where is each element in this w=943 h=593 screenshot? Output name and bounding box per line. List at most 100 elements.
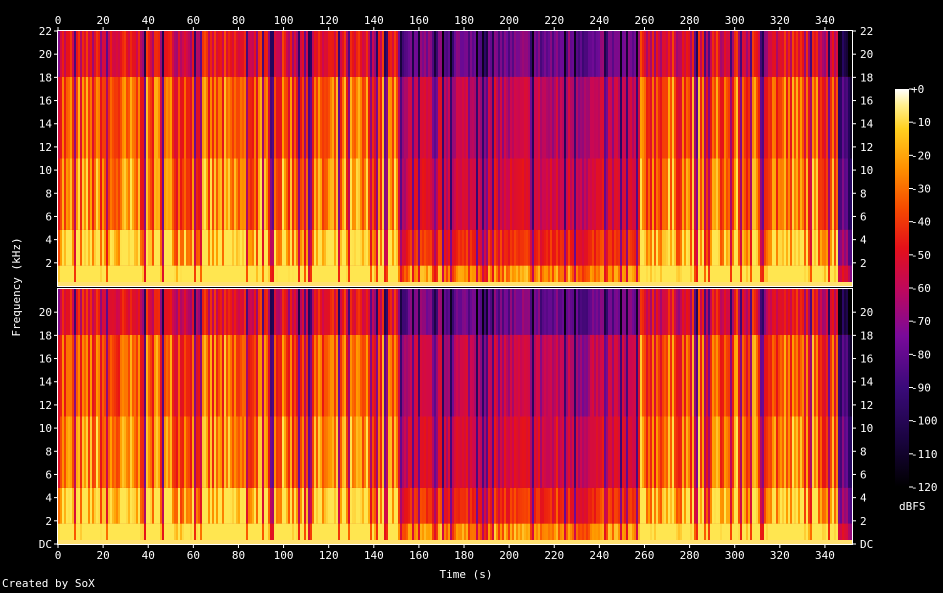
spectrogram-cell	[714, 31, 716, 77]
spectrogram-cell	[532, 334, 534, 417]
spectrogram-cell	[408, 416, 410, 488]
spectrogram-cell	[510, 289, 512, 335]
spectrogram-cell	[614, 416, 616, 488]
spectrogram-cell	[182, 229, 184, 266]
spectrogram-cell	[156, 289, 158, 335]
spectrogram-cell	[134, 334, 136, 417]
spectrogram-cell	[604, 289, 606, 335]
spectrogram-cell	[640, 229, 642, 266]
spectrogram-cell	[498, 334, 500, 417]
spectrogram-cell	[618, 334, 620, 417]
spectrogram-cell	[672, 229, 674, 266]
spectrogram-cell	[810, 76, 812, 159]
spectrogram-cell	[766, 289, 768, 335]
spectrogram-cell	[226, 334, 228, 417]
spectrogram-cell	[370, 416, 372, 488]
spectrogram-cell	[436, 76, 438, 159]
spectrogram-cell	[712, 229, 714, 266]
spectrogram-cell	[728, 416, 730, 488]
spectrogram-cell	[208, 229, 210, 266]
spectrogram-cell	[528, 76, 530, 159]
spectrogram-cell	[198, 76, 200, 159]
spectrogram-cell	[668, 416, 670, 488]
spectrogram-cell	[718, 31, 720, 77]
spectrogram-cell	[88, 31, 90, 77]
spectrogram-cell	[568, 289, 570, 335]
spectrogram-cell	[336, 229, 338, 266]
spectrogram-cell	[684, 289, 686, 335]
spectrogram-cell	[530, 416, 532, 488]
spectrogram-cell	[496, 334, 498, 417]
spectrogram-cell	[536, 416, 538, 488]
spectrogram-cell	[644, 229, 646, 266]
x-tick-label: 60	[187, 549, 200, 562]
spectrogram-cell	[156, 334, 158, 417]
spectrogram-cell	[208, 158, 210, 230]
spectrogram-cell	[138, 76, 140, 159]
y-tick-label: 6	[860, 468, 867, 481]
spectrogram-cell	[184, 229, 186, 266]
spectrogram-cell	[778, 229, 780, 266]
spectrogram-cell	[402, 289, 404, 335]
spectrogram-cell	[600, 76, 602, 159]
spectrogram-cell	[822, 158, 824, 230]
spectrogram-cell	[204, 487, 206, 524]
spectrogram-cell	[370, 229, 372, 266]
spectrogram-cell	[74, 334, 76, 417]
spectrogram-cell	[210, 76, 212, 159]
spectrogram-cell	[808, 31, 810, 77]
spectrogram-cell	[616, 289, 618, 335]
spectrogram-cell	[432, 76, 434, 159]
spectrogram-cell	[576, 158, 578, 230]
spectrogram-cell	[250, 158, 252, 230]
spectrogram-cell	[798, 416, 800, 488]
spectrogram-cell	[294, 416, 296, 488]
y-tick-label: 4	[860, 234, 867, 247]
spectrogram-cell	[228, 229, 230, 266]
spectrogram-cell	[508, 289, 510, 335]
spectrogram-cell	[662, 487, 664, 524]
spectrogram-cell	[240, 76, 242, 159]
spectrogram-cell	[186, 229, 188, 266]
spectrogram-cell	[150, 31, 152, 77]
spectrogram-cell	[416, 416, 418, 488]
spectrogram-cell	[304, 334, 306, 417]
spectrogram-cell	[544, 158, 546, 230]
spectrogram-cell	[352, 416, 354, 488]
spectrogram-cell	[672, 487, 674, 524]
spectrogram-cell	[826, 334, 828, 417]
spectrogram-cell	[120, 31, 122, 77]
spectrogram-cell	[824, 31, 826, 77]
spectrogram-cell	[644, 334, 646, 417]
y-tick-label: 12	[39, 399, 52, 412]
spectrogram-cell	[796, 229, 798, 266]
spectrogram-cell	[732, 416, 734, 488]
colorbar-tick-label: -40	[911, 216, 931, 229]
spectrogram-cell	[406, 334, 408, 417]
spectrogram-cell	[624, 416, 626, 488]
spectrogram-cell	[294, 76, 296, 159]
spectrogram-cell	[148, 487, 150, 524]
spectrogram-cell	[776, 289, 778, 335]
spectrogram-cell	[110, 76, 112, 159]
spectrogram-cell	[240, 487, 242, 524]
spectrogram-cell	[616, 31, 618, 77]
spectrogram-cell	[316, 416, 318, 488]
spectrogram-cell	[342, 289, 344, 335]
spectrogram-cell	[524, 158, 526, 230]
spectrogram-cell	[494, 229, 496, 266]
spectrogram-cell	[634, 229, 636, 266]
x-tick-label: 140	[364, 14, 384, 27]
spectrogram-cell	[816, 487, 818, 524]
spectrogram-cell	[128, 416, 130, 488]
spectrogram-cell	[836, 289, 838, 335]
spectrogram-cell	[214, 158, 216, 230]
spectrogram-cell	[78, 416, 80, 488]
spectrogram-cell	[496, 31, 498, 77]
spectrogram-cell	[190, 334, 192, 417]
spectrogram-cell	[86, 229, 88, 266]
spectrogram-cell	[686, 76, 688, 159]
spectrogram-cell	[610, 487, 612, 524]
spectrogram-cell	[248, 289, 250, 335]
spectrogram-cell	[160, 334, 162, 417]
